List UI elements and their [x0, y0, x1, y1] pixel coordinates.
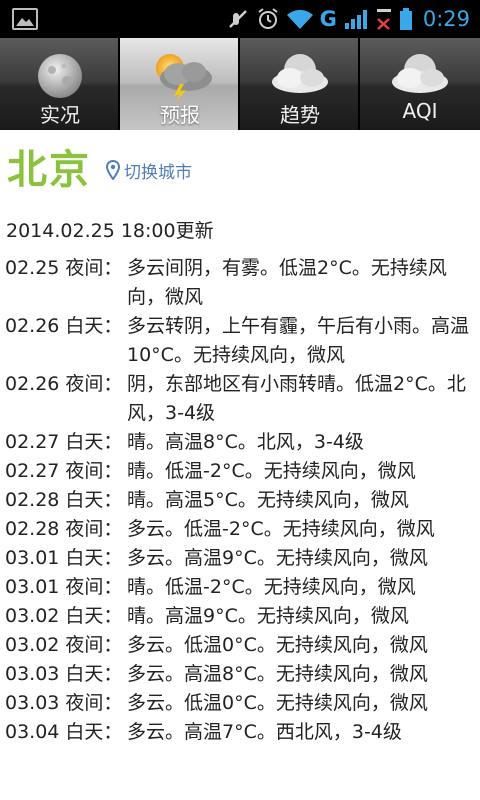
city-name: 北京: [7, 147, 91, 193]
thunderstorm-sun-icon: [140, 48, 220, 102]
forecast-list: 02.25 夜间： 多云间阴，有雾。低温2°C。无持续风向，微风 02.26 白…: [0, 254, 480, 747]
forecast-date: 03.01 夜间：: [5, 576, 123, 598]
forecast-date: 02.28 夜间：: [5, 518, 123, 540]
forecast-row: 03.04 白天： 多云。高温7°C。西北风，3-4级: [0, 718, 480, 747]
forecast-date: 02.26 夜间：: [5, 373, 123, 395]
network-type-label: G: [319, 7, 337, 31]
forecast-row: 03.01 夜间： 晴。低温-2°C。无持续风向，微风: [0, 573, 480, 602]
forecast-date: 03.02 夜间：: [5, 634, 123, 656]
clock: 0:29: [422, 7, 470, 31]
tab-current[interactable]: 实况: [0, 38, 120, 130]
status-bar: G 0:29: [0, 0, 480, 38]
forecast-date: 03.01 白天：: [5, 547, 123, 569]
forecast-desc: 晴。高温8°C。北风，3-4级: [127, 431, 364, 453]
alarm-icon: [256, 7, 280, 31]
forecast-desc: 多云。低温0°C。无持续风向，微风: [127, 692, 428, 714]
switch-city-link[interactable]: 切换城市: [105, 159, 192, 186]
forecast-date: 03.04 白天：: [5, 721, 123, 743]
switch-city-label: 切换城市: [124, 163, 192, 183]
forecast-row: 02.26 夜间： 阴，东部地区有小雨转晴。低温2°C。北风，3-4级: [0, 370, 480, 428]
forecast-row: 03.03 白天： 多云。高温8°C。无持续风向，微风: [0, 660, 480, 689]
forecast-date: 02.25 夜间：: [5, 257, 123, 279]
tab-forecast[interactable]: 预报: [120, 38, 240, 130]
forecast-date: 02.26 白天：: [5, 315, 123, 337]
forecast-desc: 多云。高温8°C。无持续风向，微风: [127, 663, 428, 685]
cloudy-moon-icon: [260, 48, 340, 102]
tab-label: AQI: [402, 99, 438, 123]
forecast-row: 02.27 夜间： 晴。低温-2°C。无持续风向，微风: [0, 457, 480, 486]
forecast-desc: 多云转阴，上午有霾，午后有小雨。高温10°C。无持续风向，微风: [127, 315, 470, 366]
signal-sim2-icon: [375, 7, 393, 31]
forecast-row: 03.03 夜间： 多云。低温0°C。无持续风向，微风: [0, 689, 480, 718]
forecast-date: 02.27 夜间：: [5, 460, 123, 482]
forecast-desc: 晴。高温5°C。无持续风向，微风: [127, 489, 409, 511]
update-time: 2014.02.25 18:00更新: [6, 220, 214, 242]
tab-label: 趋势: [280, 103, 320, 127]
forecast-desc: 多云。高温7°C。西北风，3-4级: [127, 721, 402, 743]
forecast-row: 03.02 白天： 晴。高温9°C。无持续风向，微风: [0, 602, 480, 631]
forecast-desc: 多云。低温-2°C。无持续风向，微风: [127, 518, 435, 540]
battery-icon: [399, 7, 413, 31]
location-pin-icon: [105, 159, 121, 186]
forecast-row: 02.28 白天： 晴。高温5°C。无持续风向，微风: [0, 486, 480, 515]
wifi-icon: [286, 7, 314, 31]
forecast-date: 02.27 白天：: [5, 431, 123, 453]
gallery-icon: [12, 8, 38, 30]
tab-label: 实况: [40, 103, 80, 127]
tab-bar: 实况 预报 趋势 AQI: [0, 38, 480, 130]
forecast-row: 02.26 白天： 多云转阴，上午有霾，午后有小雨。高温10°C。无持续风向，微…: [0, 312, 480, 370]
tab-trend[interactable]: 趋势: [240, 38, 360, 130]
cloudy-moon-icon: [380, 48, 460, 102]
tab-label: 预报: [160, 103, 200, 127]
forecast-date: 02.28 白天：: [5, 489, 123, 511]
forecast-date: 03.03 白天：: [5, 663, 123, 685]
forecast-desc: 多云。高温9°C。无持续风向，微风: [127, 547, 428, 569]
forecast-desc: 晴。低温-2°C。无持续风向，微风: [127, 576, 416, 598]
forecast-date: 03.02 白天：: [5, 605, 123, 627]
forecast-row: 03.01 白天： 多云。高温9°C。无持续风向，微风: [0, 544, 480, 573]
forecast-desc: 晴。低温-2°C。无持续风向，微风: [127, 460, 416, 482]
forecast-desc: 晴。高温9°C。无持续风向，微风: [127, 605, 409, 627]
signal-sim1-icon: [343, 7, 369, 31]
moon-icon: [20, 48, 100, 102]
forecast-desc: 多云。低温0°C。无持续风向，微风: [127, 634, 428, 656]
forecast-row: 02.27 白天： 晴。高温8°C。北风，3-4级: [0, 428, 480, 457]
forecast-desc: 多云间阴，有雾。低温2°C。无持续风向，微风: [127, 257, 447, 308]
forecast-desc: 阴，东部地区有小雨转晴。低温2°C。北风，3-4级: [127, 373, 466, 424]
forecast-row: 02.28 夜间： 多云。低温-2°C。无持续风向，微风: [0, 515, 480, 544]
mute-icon: [226, 7, 250, 31]
forecast-row: 02.25 夜间： 多云间阴，有雾。低温2°C。无持续风向，微风: [0, 254, 480, 312]
forecast-date: 03.03 夜间：: [5, 692, 123, 714]
forecast-row: 03.02 夜间： 多云。低温0°C。无持续风向，微风: [0, 631, 480, 660]
tab-aqi[interactable]: AQI: [360, 38, 480, 130]
